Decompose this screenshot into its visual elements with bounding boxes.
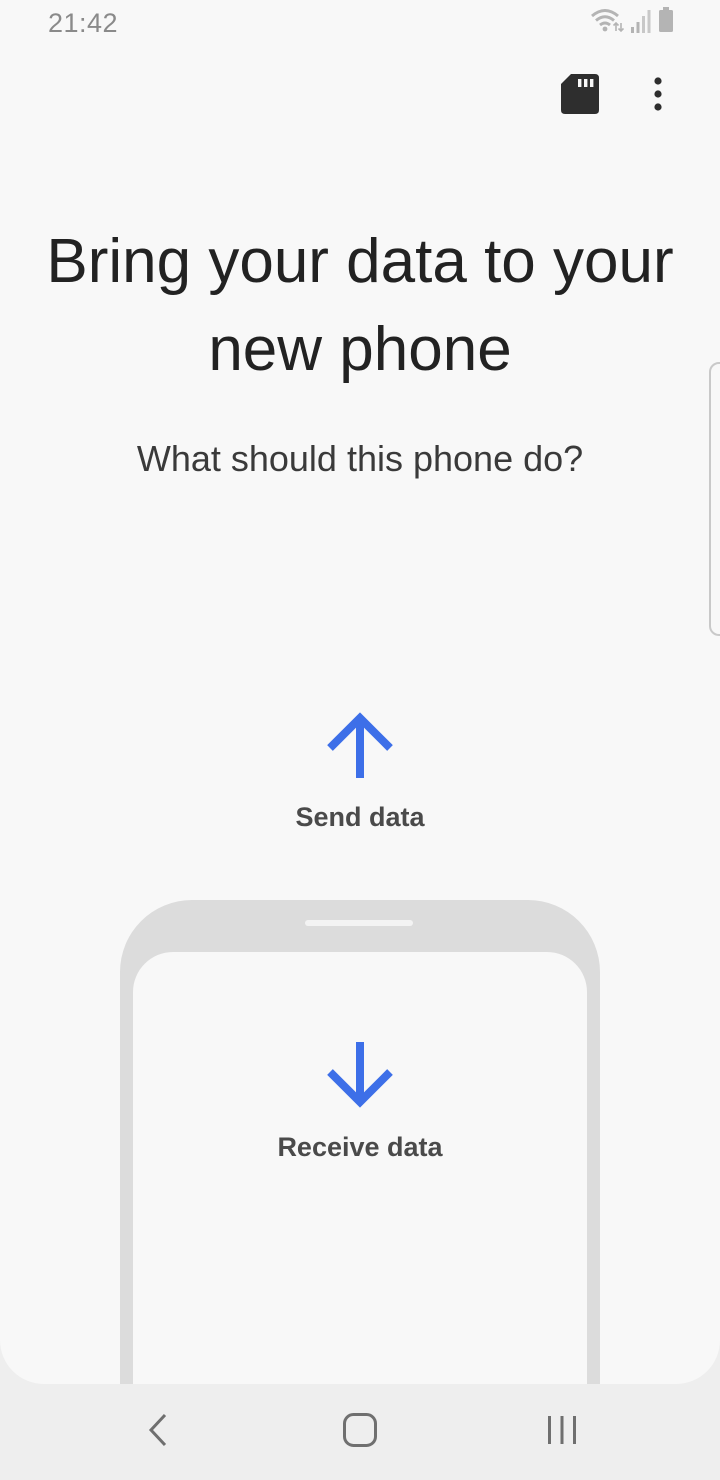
more-vert-icon: [653, 76, 663, 116]
page-title: Bring your data to your new phone: [46, 227, 674, 384]
scroll-indicator[interactable]: [709, 362, 720, 636]
recent-apps-button[interactable]: [532, 1402, 592, 1462]
sd-card-icon: [561, 73, 599, 119]
send-data-option[interactable]: Send data: [240, 698, 480, 848]
wifi-icon: [590, 7, 625, 38]
receive-data-option[interactable]: Receive data: [240, 1030, 480, 1180]
receive-data-label: Receive data: [277, 1132, 443, 1162]
home-button[interactable]: [330, 1402, 390, 1462]
toolbar: [0, 60, 720, 132]
status-bar: 21:42: [0, 0, 720, 50]
status-icons: [590, 7, 674, 38]
recent-apps-icon: [546, 1414, 578, 1451]
back-button[interactable]: [128, 1402, 188, 1462]
arrow-down-icon: [324, 1038, 396, 1112]
send-data-label: Send data: [295, 802, 425, 832]
signal-icon: [630, 9, 652, 38]
arrow-up-icon: [324, 708, 396, 782]
home-icon: [342, 1412, 378, 1453]
page-subtitle: What should this phone do?: [136, 438, 584, 479]
app-screen: 21:42 Bring your data to your new phone …: [0, 0, 720, 1384]
status-time: 21:42: [48, 8, 119, 38]
more-options-button[interactable]: [634, 72, 682, 120]
phone-speaker: [305, 920, 413, 926]
sd-card-button[interactable]: [556, 72, 604, 120]
navigation-bar: [0, 1384, 720, 1480]
battery-icon: [658, 7, 674, 38]
back-icon: [147, 1413, 169, 1452]
